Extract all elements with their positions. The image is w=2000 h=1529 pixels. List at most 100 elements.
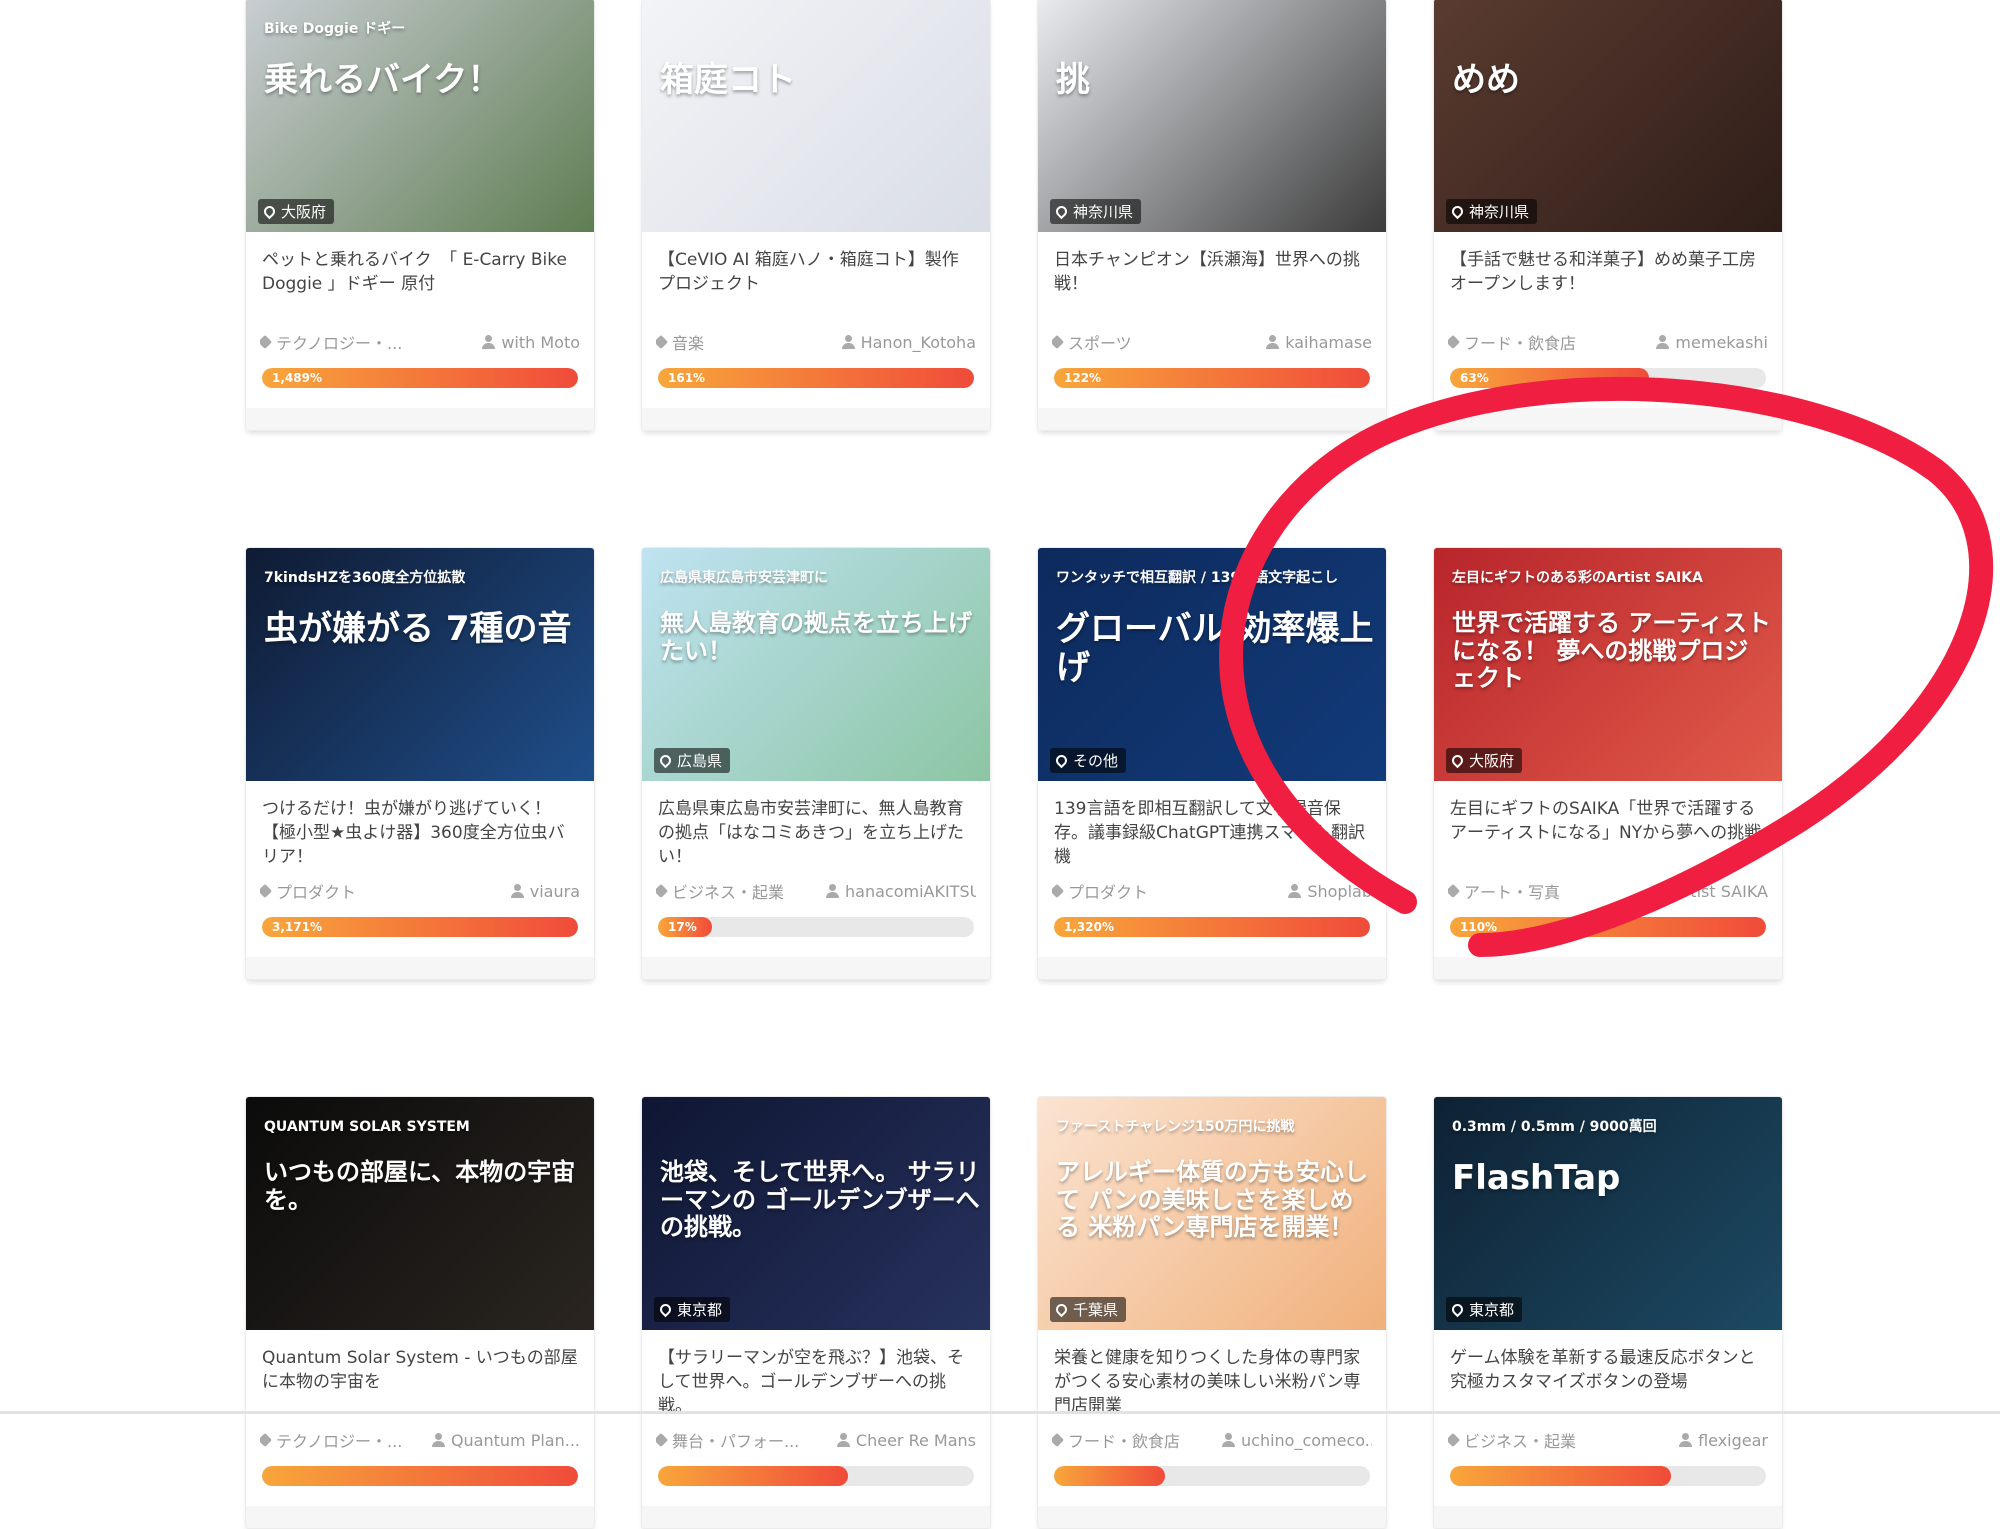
category-link[interactable]: 舞台・パフォー...: [656, 1428, 799, 1452]
project-card[interactable]: ワンタッチで相互翻訳 / 139言語文字起こし グローバル 効率爆上げ その他 139…: [1037, 547, 1387, 980]
category-label: フード・飲食店: [1068, 1432, 1181, 1451]
project-thumbnail[interactable]: 池袋、そして世界へ。 サラリーマンの ゴールデンブザーへの挑戦。 東京都: [642, 1097, 990, 1330]
project-thumbnail[interactable]: 箱庭コト: [642, 0, 990, 232]
stat-backers: 支援者: [380, 1524, 487, 1528]
owner-link[interactable]: hanacomiAKITSU: [826, 882, 976, 901]
project-stats: 現在48支援者残り30日: [1434, 957, 1782, 979]
owner-label: uchino_comeco...: [1241, 1430, 1372, 1450]
stat-current: 現在48: [1434, 975, 1568, 979]
project-thumbnail[interactable]: QUANTUM SOLAR SYSTEM いつもの部屋に、本物の宇宙を。: [246, 1097, 594, 1330]
project-title[interactable]: 広島県東広島市安芸津町に、無人島教育の拠点「はなコミあきつ」を立ち上げたい！: [642, 781, 990, 869]
progress-bar: 17%: [658, 917, 974, 937]
owner-link[interactable]: flexigear: [1679, 1431, 1768, 1450]
project-stats: 現在515,500円支援者21人残り42日: [642, 957, 990, 979]
project-title[interactable]: 日本チャンピオン【浜瀬海】世界への挑戦！: [1038, 232, 1386, 320]
project-title[interactable]: つけるだけ！虫が嫌がり逃げていく！【極小型★虫よけ器】360度全方位虫バリア！: [246, 781, 594, 869]
project-card[interactable]: 広島県東広島市安芸津町に 無人島教育の拠点を立ち上げたい！ 広島県 広島県東広島市安芸…: [641, 547, 991, 980]
progress-fill: 122%: [1054, 368, 1370, 388]
owner-link[interactable]: Quantum Plan...: [431, 1430, 580, 1450]
owner-label: Quantum Plan...: [450, 1430, 580, 1450]
category-link[interactable]: 音楽: [656, 330, 704, 354]
project-card[interactable]: めめ 神奈川県 【手話で魅せる和洋菓子】めめ菓子工房オープンします！ フード・飲食店 m…: [1433, 0, 1783, 431]
stat-remaining: 残り: [883, 1524, 990, 1528]
project-title[interactable]: 栄養と健康を知りつくした身体の専門家がつくる安心素材の美味しい米粉パン専門店開業: [1038, 1330, 1386, 1418]
category-link[interactable]: テクノロジー・...: [260, 1428, 402, 1452]
project-thumbnail[interactable]: ワンタッチで相互翻訳 / 139言語文字起こし グローバル 効率爆上げ その他: [1038, 548, 1386, 781]
project-card[interactable]: QUANTUM SOLAR SYSTEM いつもの部屋に、本物の宇宙を。 Quant…: [245, 1096, 595, 1529]
project-card[interactable]: 挑神奈川県 日本チャンピオン【浜瀬海】世界への挑戦！ スポーツ kaihamase 12…: [1037, 0, 1387, 431]
location-badge: 東京都: [654, 1297, 731, 1322]
category-link[interactable]: スポーツ: [1052, 330, 1132, 354]
category-label: フード・飲食店: [1464, 334, 1577, 353]
stat-label: 残り: [1675, 975, 1782, 979]
project-thumbnail[interactable]: Bike Doggie ドギー 乗れるバイク！ 大阪府: [246, 0, 594, 232]
owner-link[interactable]: Shoplab: [1288, 882, 1372, 901]
thumbnail-headline: 箱庭コト: [660, 60, 796, 100]
project-title[interactable]: ペットと乗れるバイク 「 E-Carry Bike Doggie 」ドギー 原付: [246, 232, 594, 320]
project-thumbnail[interactable]: ファーストチャレンジ150万円に挑戦 アレルギー体質の方も安心して パンの美味しさ…: [1038, 1097, 1386, 1330]
location-badge: 東京都: [1446, 1297, 1523, 1322]
stat-label: 支援者: [380, 426, 487, 430]
owner-link[interactable]: memekashi: [1656, 333, 1768, 352]
project-card[interactable]: 箱庭コト【CeVIO AI 箱庭ハノ・箱庭コト】製作プロジェクト音楽 Hanon_…: [641, 0, 991, 431]
stat-remaining: 残り50日: [487, 426, 594, 430]
project-thumbnail[interactable]: 0.3mm / 0.5mm / 9000萬回 FlashTap 東京都: [1434, 1097, 1782, 1330]
project-title[interactable]: Quantum Solar System - いつもの部屋に本物の宇宙を: [246, 1330, 594, 1418]
map-pin-icon: [1053, 1301, 1070, 1318]
owner-link[interactable]: Artist SAIKA: [1653, 882, 1768, 901]
thumbnail-subtext: 左目にギフトのある彩のArtist SAIKA: [1452, 570, 1703, 586]
category-link[interactable]: ビジネス・起業: [656, 879, 784, 903]
project-title[interactable]: 139言語を即相互翻訳して文字録音保存。議事録級ChatGPT連携スマート翻訳機: [1038, 781, 1386, 869]
project-thumbnail[interactable]: 挑神奈川県: [1038, 0, 1386, 232]
location-badge: 神奈川県: [1050, 199, 1142, 224]
tag-icon: [1448, 334, 1461, 350]
category-link[interactable]: ビジネス・起業: [1448, 1428, 1576, 1452]
owner-link[interactable]: uchino_comeco...: [1222, 1431, 1372, 1450]
project-title[interactable]: ゲーム体験を革新する最速反応ボタンと究極カスタマイズボタンの登場: [1434, 1330, 1782, 1418]
stat-label: 支援者: [1172, 975, 1279, 979]
category-link[interactable]: フード・飲食店: [1052, 1428, 1180, 1452]
stat-current: 現在: [1038, 1524, 1172, 1528]
project-thumbnail[interactable]: 広島県東広島市安芸津町に 無人島教育の拠点を立ち上げたい！ 広島県: [642, 548, 990, 781]
project-thumbnail[interactable]: めめ 神奈川県: [1434, 0, 1782, 232]
owner-link[interactable]: kaihamase: [1266, 333, 1372, 352]
stat-current: 現在: [1434, 1524, 1568, 1528]
category-link[interactable]: テクノロジー・...: [260, 330, 402, 354]
project-title[interactable]: 【CeVIO AI 箱庭ハノ・箱庭コト】製作プロジェクト: [642, 232, 990, 320]
thumbnail-subtext: ワンタッチで相互翻訳 / 139言語文字起こし: [1056, 570, 1339, 586]
project-card[interactable]: 池袋、そして世界へ。 サラリーマンの ゴールデンブザーへの挑戦。 東京都 【サラリー…: [641, 1096, 991, 1529]
project-thumbnail[interactable]: 左目にギフトのある彩のArtist SAIKA 世界で活躍する アーティストになる…: [1434, 548, 1782, 781]
project-title[interactable]: 【手話で魅せる和洋菓子】めめ菓子工房オープンします！: [1434, 232, 1782, 320]
owner-link[interactable]: viaura: [510, 882, 580, 901]
category-link[interactable]: フード・飲食店: [1448, 330, 1576, 354]
stat-label: 現在: [1434, 1524, 1568, 1528]
location-label: 神奈川県: [1469, 203, 1530, 221]
progress-fill: 1,320%: [1054, 917, 1370, 937]
stat-label: 現在: [642, 975, 776, 979]
stat-remaining: 残り38日: [883, 426, 990, 430]
stat-label: 残り: [487, 1524, 594, 1528]
owner-link[interactable]: Hanon_Kotoha: [841, 333, 976, 352]
project-title[interactable]: 左目にギフトのSAIKA「世界で活躍するアーティストになる」NYから夢への挑戦: [1434, 781, 1782, 869]
project-card[interactable]: 7kindsHZを360度全方位拡散 虫が嫌がる 7種の音 つけるだけ！虫が嫌がり逃…: [245, 547, 595, 980]
project-card[interactable]: ファーストチャレンジ150万円に挑戦 アレルギー体質の方も安心して パンの美味しさ…: [1037, 1096, 1387, 1529]
project-title[interactable]: 【サラリーマンが空を飛ぶ？】池袋、そして世界へ。ゴールデンブザーへの挑戦。: [642, 1330, 990, 1418]
project-card[interactable]: Bike Doggie ドギー 乗れるバイク！ 大阪府 ペットと乗れるバイク 「 E-…: [245, 0, 595, 431]
stat-backers: 支援者21人: [776, 975, 883, 979]
tag-icon: [656, 1432, 669, 1448]
category-link[interactable]: プロダクト: [1052, 879, 1148, 903]
stat-label: 支援者: [1568, 1524, 1675, 1528]
project-meta: ビジネス・起業 flexigear: [1434, 1428, 1782, 1452]
progress-fill: [262, 1466, 578, 1486]
project-card[interactable]: 左目にギフトのある彩のArtist SAIKA 世界で活躍する アーティストになる…: [1433, 547, 1783, 980]
owner-link[interactable]: with Moto: [482, 333, 580, 352]
tag-icon: [656, 334, 669, 350]
category-link[interactable]: アート・写真: [1448, 879, 1560, 903]
map-pin-icon: [1053, 752, 1070, 769]
project-thumbnail[interactable]: 7kindsHZを360度全方位拡散 虫が嫌がる 7種の音: [246, 548, 594, 781]
category-link[interactable]: プロダクト: [260, 879, 356, 903]
owner-link[interactable]: Cheer Re Mans: [836, 1431, 976, 1450]
stat-backers: 支援者: [1568, 426, 1675, 430]
project-meta: プロダクト viaura: [246, 879, 594, 903]
project-card[interactable]: 0.3mm / 0.5mm / 9000萬回 FlashTap 東京都 ゲーム体験を革…: [1433, 1096, 1783, 1529]
